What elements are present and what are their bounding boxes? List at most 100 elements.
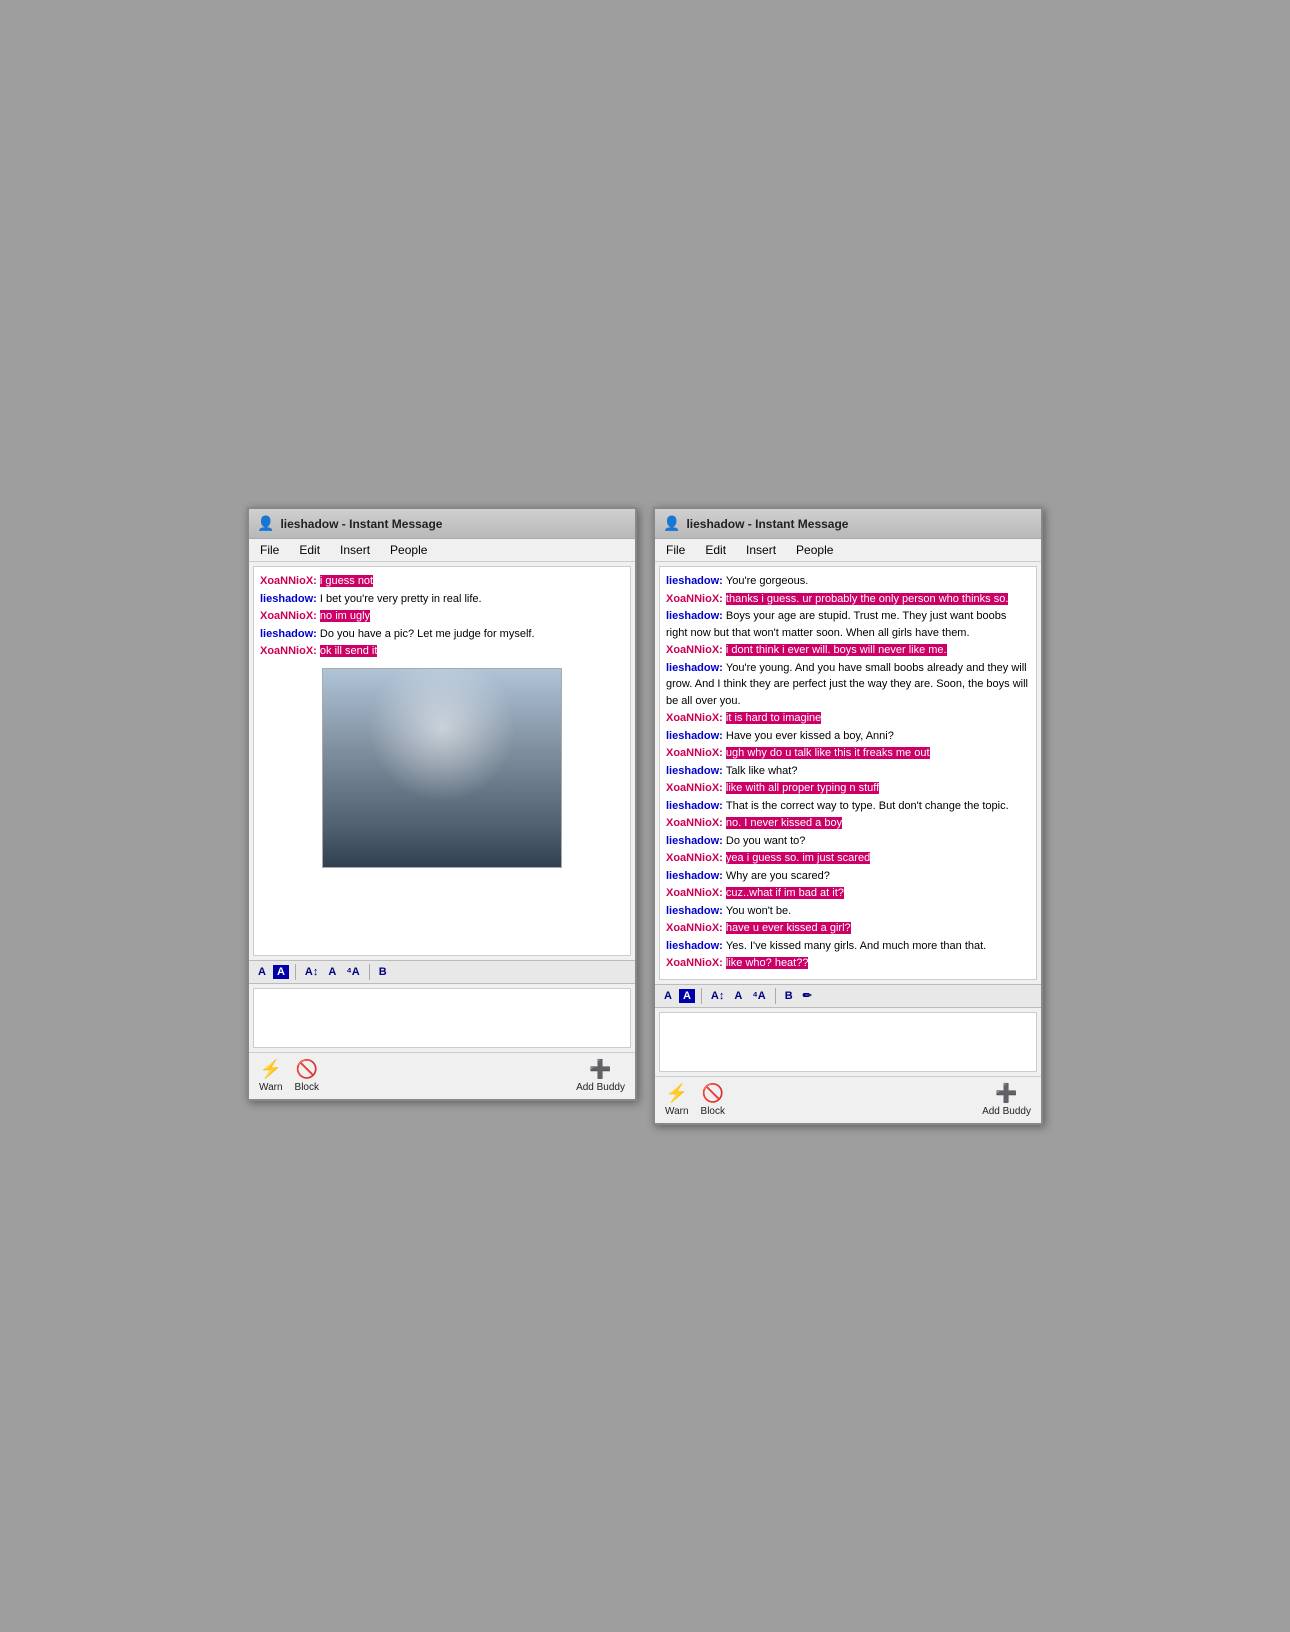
menu-edit-right[interactable]: Edit (702, 542, 729, 558)
msg-r1: You're gorgeous. (726, 575, 808, 587)
chat-image (322, 668, 562, 868)
chat-line-2: lieshadow: I bet you're very pretty in r… (260, 591, 624, 608)
menu-insert-right[interactable]: Insert (743, 542, 779, 558)
msg-r4: i dont think i ever will. boys will neve… (726, 644, 947, 656)
menu-file-right[interactable]: File (663, 542, 688, 558)
msg-r6: it is hard to imagine (726, 712, 821, 724)
add-buddy-btn-left[interactable]: ➕ Add Buddy (576, 1059, 625, 1093)
chat-line-1: XoaNNioX: i guess not (260, 573, 624, 590)
menu-people-left[interactable]: People (387, 542, 430, 558)
username-r9: lieshadow: (666, 765, 726, 777)
chat-line-r3: lieshadow: Boys your age are stupid. Tru… (666, 608, 1030, 641)
add-buddy-btn-right[interactable]: ➕ Add Buddy (982, 1083, 1031, 1117)
title-icon-right: 👤 (663, 515, 680, 532)
chat-line-r14: XoaNNioX: yea i guess so. im just scared (666, 850, 1030, 867)
chat-image-inner (323, 669, 561, 867)
msg-2: I bet you're very pretty in real life. (320, 593, 482, 605)
toolbar-btn-a5-right[interactable]: ⁴A (749, 989, 768, 1003)
chat-line-5: XoaNNioX: ok ill send it (260, 643, 624, 660)
title-icon-left: 👤 (257, 515, 274, 532)
menu-people-right[interactable]: People (793, 542, 836, 558)
chat-line-r2: XoaNNioX: thanks i guess. ur probably th… (666, 591, 1030, 608)
chat-line-r17: lieshadow: You won't be. (666, 903, 1030, 920)
menu-edit-left[interactable]: Edit (296, 542, 323, 558)
username-2: lieshadow: (260, 593, 320, 605)
username-r8: XoaNNioX: (666, 747, 726, 759)
chat-line-r8: XoaNNioX: ugh why do u talk like this it… (666, 745, 1030, 762)
username-5: XoaNNioX: (260, 645, 320, 657)
menu-bar-left: File Edit Insert People (249, 539, 635, 562)
msg-1: i guess not (320, 575, 373, 587)
toolbar-sep2-right (775, 988, 776, 1004)
toolbar-btn-a4-left[interactable]: A (325, 965, 339, 979)
toolbar-btn-a2-left[interactable]: A (273, 965, 289, 979)
msg-r17: You won't be. (726, 905, 791, 917)
bottom-bar-left: ⚡ Warn 🚫 Block ➕ Add Buddy (249, 1052, 635, 1099)
username-r11: lieshadow: (666, 800, 726, 812)
add-buddy-label-right: Add Buddy (982, 1106, 1031, 1117)
warn-icon-left: ⚡ (260, 1059, 282, 1080)
chat-line-r11: lieshadow: That is the correct way to ty… (666, 798, 1030, 815)
warn-icon-right: ⚡ (666, 1083, 688, 1104)
chat-line-r16: XoaNNioX: cuz..what if im bad at it? (666, 885, 1030, 902)
block-icon-left: 🚫 (296, 1059, 318, 1080)
username-r16: XoaNNioX: (666, 887, 726, 899)
msg-r11: That is the correct way to type. But don… (726, 800, 1009, 812)
msg-5: ok ill send it (320, 645, 377, 657)
chat-line-3: XoaNNioX: no im ugly (260, 608, 624, 625)
msg-r14: yea i guess so. im just scared (726, 852, 870, 864)
toolbar-btn-a2-right[interactable]: A (679, 989, 695, 1003)
input-area-right[interactable] (659, 1012, 1037, 1072)
chat-line-r13: lieshadow: Do you want to? (666, 833, 1030, 850)
msg-r2: thanks i guess. ur probably the only per… (726, 593, 1009, 605)
toolbar-btn-a5-left[interactable]: ⁴A (343, 965, 362, 979)
chat-line-r12: XoaNNioX: no. I never kissed a boy (666, 815, 1030, 832)
chat-line-4: lieshadow: Do you have a pic? Let me jud… (260, 626, 624, 643)
warn-btn-right[interactable]: ⚡ Warn (665, 1083, 689, 1117)
bottom-bar-right: ⚡ Warn 🚫 Block ➕ Add Buddy (655, 1076, 1041, 1123)
toolbar-btn-b-left[interactable]: B (376, 965, 390, 979)
username-r15: lieshadow: (666, 870, 726, 882)
warn-btn-left[interactable]: ⚡ Warn (259, 1059, 283, 1093)
username-r18: XoaNNioX: (666, 922, 726, 934)
toolbar-btn-a3-right[interactable]: A↕ (708, 989, 727, 1003)
block-icon-right: 🚫 (702, 1083, 724, 1104)
chat-line-r20: XoaNNioX: like who? heat?? (666, 955, 1030, 972)
msg-r18: have u ever kissed a girl? (726, 922, 851, 934)
toolbar-btn-a4-right[interactable]: A (731, 989, 745, 1003)
toolbar-sep1-left (295, 964, 296, 980)
msg-3: no im ugly (320, 610, 370, 622)
menu-bar-right: File Edit Insert People (655, 539, 1041, 562)
toolbar-right: A A A↕ A ⁴A B ✏ (655, 984, 1041, 1008)
chat-line-r5: lieshadow: You're young. And you have sm… (666, 660, 1030, 710)
input-area-left[interactable] (253, 988, 631, 1048)
block-btn-left[interactable]: 🚫 Block (295, 1059, 319, 1093)
msg-r19: Yes. I've kissed many girls. And much mo… (726, 940, 986, 952)
toolbar-sep2-left (369, 964, 370, 980)
menu-insert-left[interactable]: Insert (337, 542, 373, 558)
toolbar-btn-pencil-right[interactable]: ✏ (800, 988, 815, 1003)
block-label-right: Block (701, 1106, 725, 1117)
toolbar-btn-a1-left[interactable]: A (255, 965, 269, 979)
username-4: lieshadow: (260, 628, 320, 640)
chat-line-r18: XoaNNioX: have u ever kissed a girl? (666, 920, 1030, 937)
msg-r20: like who? heat?? (726, 957, 809, 969)
msg-r10: like with all proper typing n stuff (726, 782, 879, 794)
chat-line-r19: lieshadow: Yes. I've kissed many girls. … (666, 938, 1030, 955)
toolbar-left: A A A↕ A ⁴A B (249, 960, 635, 984)
chat-image-container (260, 668, 624, 868)
toolbar-btn-a3-left[interactable]: A↕ (302, 965, 321, 979)
username-r6: XoaNNioX: (666, 712, 726, 724)
toolbar-btn-a1-right[interactable]: A (661, 989, 675, 1003)
toolbar-sep1-right (701, 988, 702, 1004)
msg-4: Do you have a pic? Let me judge for myse… (320, 628, 535, 640)
username-r19: lieshadow: (666, 940, 726, 952)
block-btn-right[interactable]: 🚫 Block (701, 1083, 725, 1117)
chat-area-left: XoaNNioX: i guess not lieshadow: I bet y… (253, 566, 631, 956)
username-r7: lieshadow: (666, 730, 726, 742)
msg-r8: ugh why do u talk like this it freaks me… (726, 747, 930, 759)
menu-file-left[interactable]: File (257, 542, 282, 558)
chat-line-r15: lieshadow: Why are you scared? (666, 868, 1030, 885)
toolbar-btn-b-right[interactable]: B (782, 989, 796, 1003)
title-bar-right: 👤 lieshadow - Instant Message (655, 509, 1041, 539)
